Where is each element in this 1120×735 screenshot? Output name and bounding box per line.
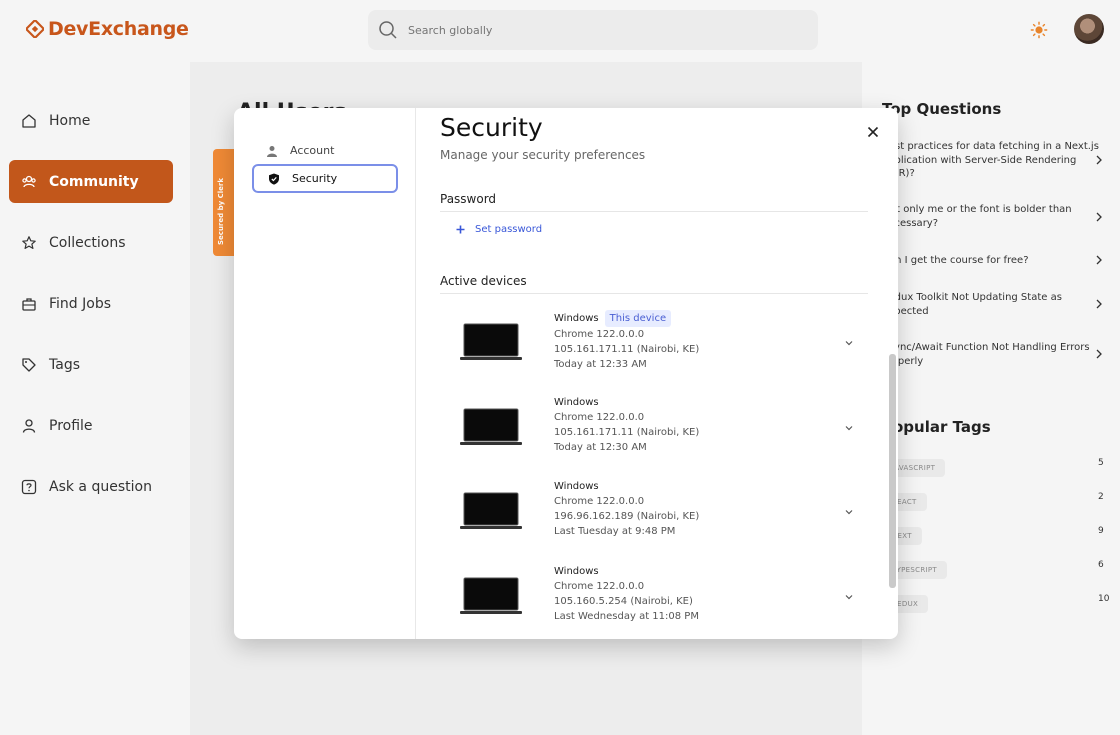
device-os: Windows [554,481,599,492]
device-ip: 105.161.171.11 (Nairobi, KE) [554,344,700,355]
divider [440,211,868,212]
security-modal: Account Security Security Manage your se… [234,108,898,639]
device-browser: Chrome 122.0.0.0 [554,496,645,507]
modal-title: Security [440,113,543,142]
chevron-down-icon[interactable] [844,423,854,433]
device-last-active: Today at 12:30 AM [554,442,647,453]
device-os-label: Windows [554,313,599,324]
device-last-active: Today at 12:33 AM [554,359,647,370]
device-last-active: Last Wednesday at 11:08 PM [554,611,699,622]
modal-nav-security[interactable]: Security [252,164,398,193]
device-row[interactable]: Windows Chrome 122.0.0.0 105.161.171.11 … [440,395,868,477]
device-browser: Chrome 122.0.0.0 [554,412,645,423]
laptop-icon [460,577,522,614]
device-os: Windows [554,397,599,408]
laptop-icon [460,408,522,445]
device-browser: Chrome 122.0.0.0 [554,329,645,340]
password-heading: Password [440,192,497,206]
device-ip: 105.161.171.11 (Nairobi, KE) [554,427,700,438]
chevron-down-icon[interactable] [844,592,854,602]
plus-icon [456,225,465,234]
modal-nav-label: Account [290,144,335,157]
set-password-label: Set password [475,224,543,235]
device-browser: Chrome 122.0.0.0 [554,581,645,592]
device-info: Windows Chrome 122.0.0.0 105.161.171.11 … [554,395,699,455]
device-row[interactable]: Windows This device Chrome 122.0.0.0 105.… [440,310,868,392]
divider [440,293,868,294]
chevron-down-icon[interactable] [844,338,854,348]
device-info: Windows Chrome 122.0.0.0 105.160.5.254 (… [554,564,699,624]
this-device-badge: This device [604,310,672,327]
shield-icon [269,173,279,185]
laptop-icon [460,492,522,529]
active-devices-heading: Active devices [440,274,527,288]
device-ip: 196.96.162.189 (Nairobi, KE) [554,511,700,522]
clerk-badge-text: Secured by Clerk [217,178,225,245]
modal-subtitle: Manage your security preferences [440,148,646,162]
laptop-icon [460,323,522,360]
modal-scrollbar[interactable] [889,354,896,588]
clerk-badge[interactable]: Secured by Clerk [213,149,235,256]
device-row[interactable]: Windows Chrome 122.0.0.0 105.160.5.254 (… [440,564,868,639]
device-ip: 105.160.5.254 (Nairobi, KE) [554,596,693,607]
device-os: Windows [554,566,599,577]
modal-nav-account[interactable]: Account [252,136,398,165]
modal-nav-label: Security [292,172,338,185]
device-os: Windows This device [554,310,699,327]
modal-nav: Account Security [234,108,416,639]
device-last-active: Last Tuesday at 9:48 PM [554,526,676,537]
device-row[interactable]: Windows Chrome 122.0.0.0 196.96.162.189 … [440,479,868,561]
set-password-button[interactable]: Set password [456,224,542,235]
device-info: Windows This device Chrome 122.0.0.0 105.… [554,310,699,372]
close-icon[interactable] [866,125,880,139]
device-info: Windows Chrome 122.0.0.0 196.96.162.189 … [554,479,699,539]
user-icon [267,145,277,157]
chevron-down-icon[interactable] [844,507,854,517]
